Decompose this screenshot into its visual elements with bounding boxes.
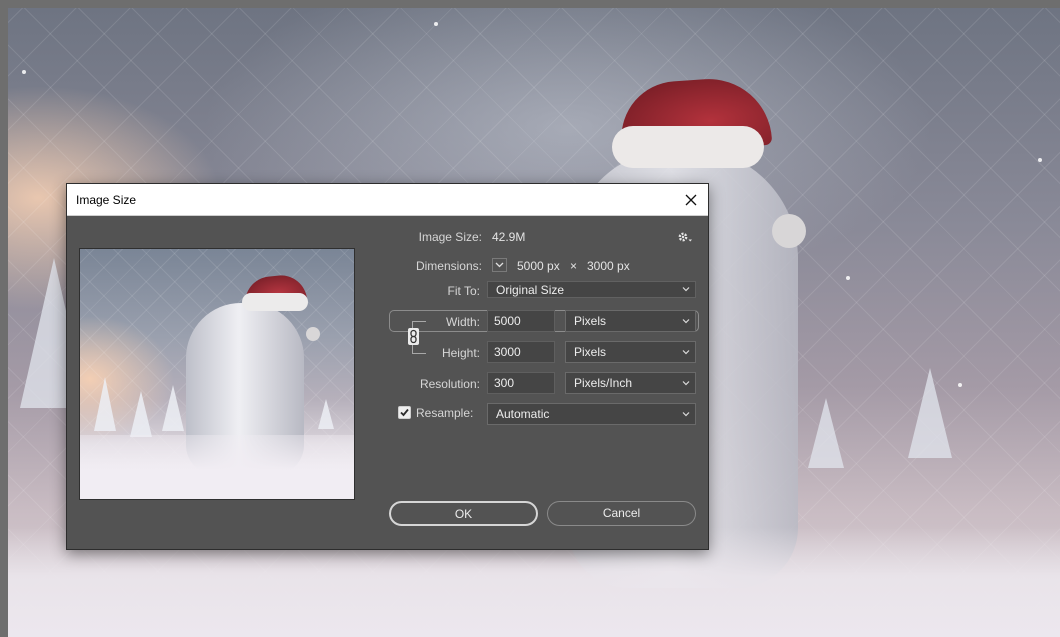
dimensions-width: 5000 px [517,259,560,273]
resample-label[interactable]: Resample: [416,406,473,420]
dimensions-unit-dropdown[interactable] [492,258,507,272]
resolution-unit-value: Pixels/Inch [574,376,633,390]
ok-button[interactable]: OK [389,501,538,526]
snowflake [846,276,850,280]
close-icon [685,194,697,205]
dialog-title: Image Size [76,193,137,207]
image-preview[interactable] [79,248,355,500]
link-bracket-bottom [412,353,426,355]
santa-hat-brim [612,126,764,168]
width-label: Width: [445,315,480,329]
chevron-down-icon [682,319,690,324]
image-size-label: Image Size: [418,230,482,244]
fit-to-label: Fit To: [447,284,480,298]
snowflake [1038,158,1042,162]
chevron-down-icon [682,350,690,355]
image-size-dialog: Image Size Image Size: 42.9M Dimensions:… [66,183,709,550]
image-size-value: 42.9M [492,230,526,244]
width-unit-select[interactable]: Pixels [565,310,696,332]
resample-value: Automatic [496,407,550,421]
preview-tree [94,377,116,431]
link-bracket-top [412,321,426,323]
checkmark-icon [400,408,409,417]
preview-tree [130,391,152,437]
chevron-down-icon [682,287,690,292]
dimensions-height: 3000 px [587,259,630,273]
chain-link-icon[interactable] [407,328,420,345]
gear-icon[interactable] [677,230,693,244]
santa-hat-pompom [772,214,806,248]
preview-hat-brim [242,293,308,311]
close-button[interactable] [674,184,708,215]
snowflake [958,383,962,387]
preview-hat-pompom [306,327,320,341]
snowflake [434,22,438,26]
height-unit-select[interactable]: Pixels [565,341,696,363]
snowflake [22,70,26,74]
dimensions-label: Dimensions: [415,259,482,273]
height-input[interactable]: 3000 [487,341,555,363]
resample-select[interactable]: Automatic [487,403,696,425]
resolution-label: Resolution: [419,377,480,391]
chevron-down-icon [682,381,690,386]
fit-to-select[interactable]: Original Size [487,281,696,298]
dimensions-separator: × [570,259,578,273]
height-label: Height: [441,346,480,360]
preview-snow [80,435,354,499]
chevron-down-icon [495,262,504,268]
background-tree [808,398,844,468]
width-unit-value: Pixels [574,314,607,328]
resolution-unit-select[interactable]: Pixels/Inch [565,372,696,394]
chevron-down-icon [682,412,690,417]
cancel-button[interactable]: Cancel [547,501,696,526]
dialog-titlebar[interactable]: Image Size [67,184,708,216]
resample-checkbox[interactable] [398,406,411,419]
preview-tree [318,399,334,429]
preview-tree [162,385,184,431]
width-input[interactable]: 5000 [487,310,555,332]
resolution-input[interactable]: 300 [487,372,555,394]
fit-to-value: Original Size [496,283,565,297]
background-tree [908,368,952,458]
height-unit-value: Pixels [574,345,607,359]
